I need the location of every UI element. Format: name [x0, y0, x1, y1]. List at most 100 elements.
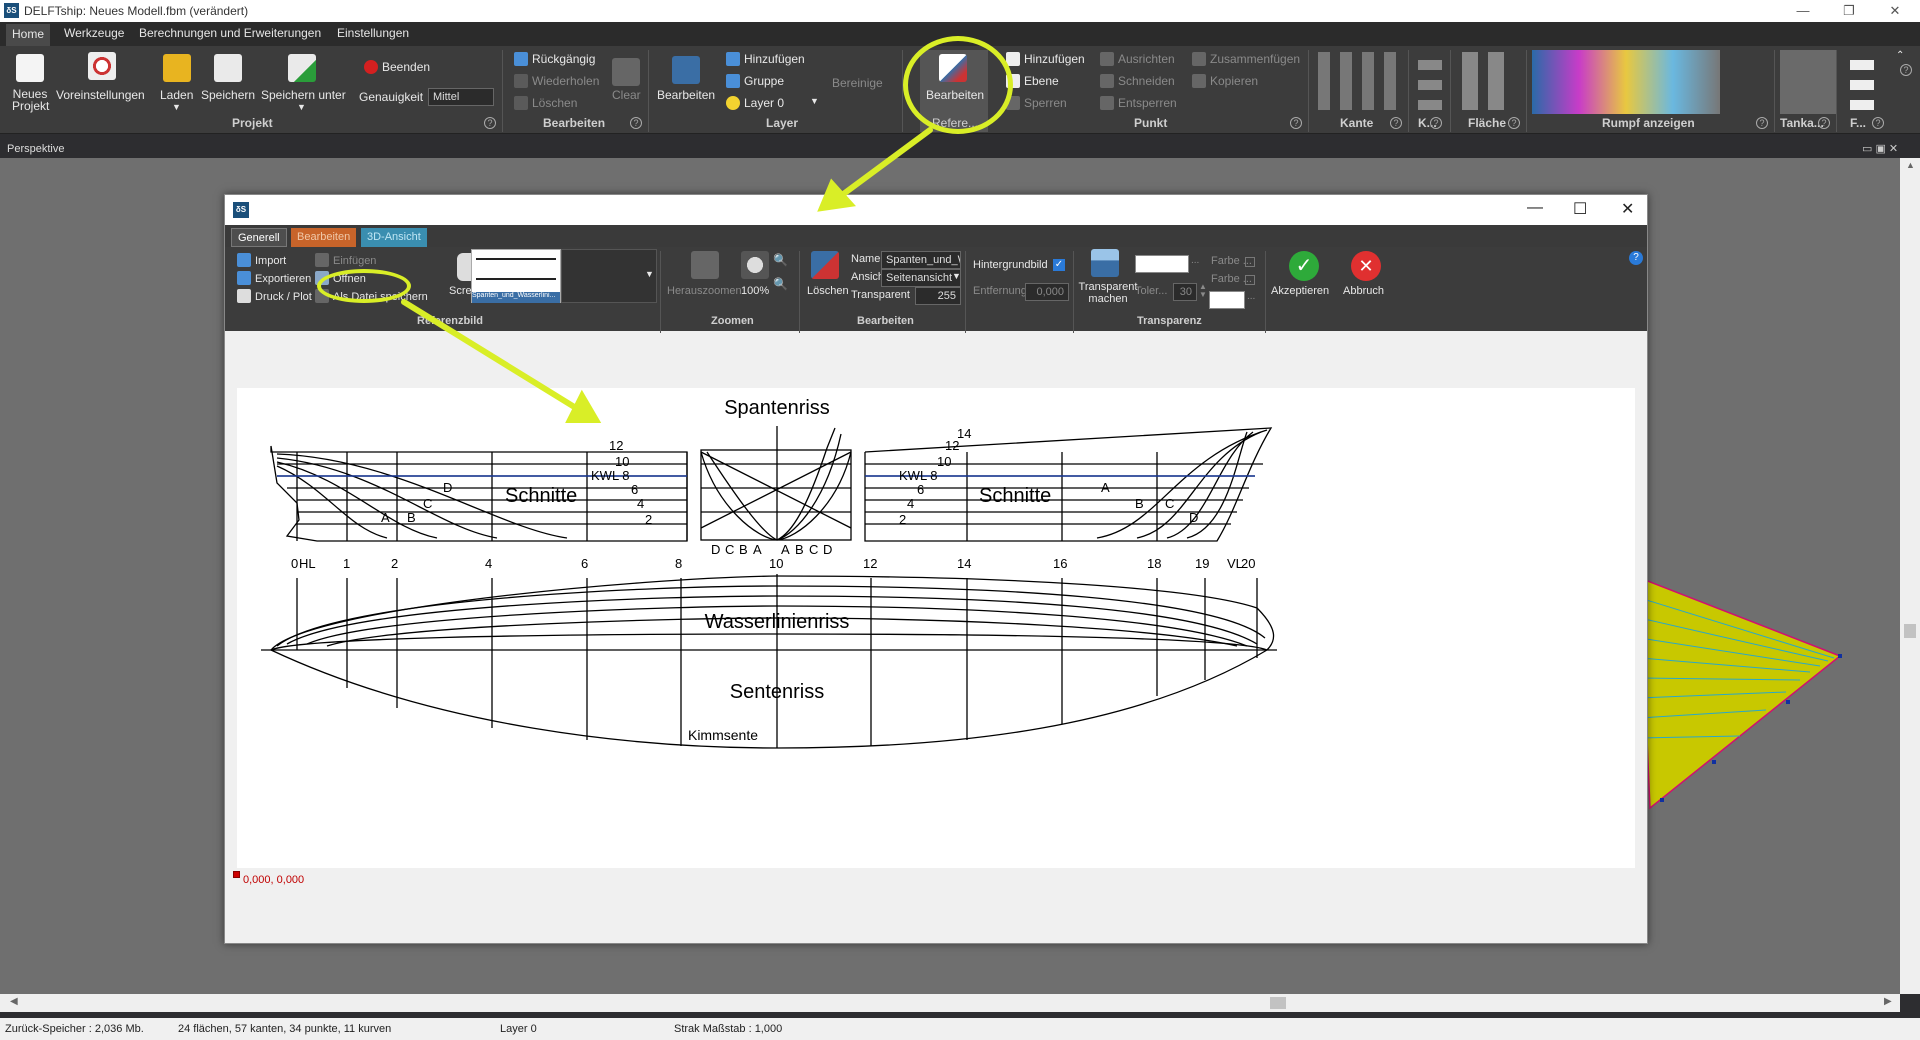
dialog-maximize-button[interactable]: ☐	[1573, 199, 1587, 219]
rueckgaengig-button[interactable]: Rückgängig	[514, 52, 595, 66]
abbruch-button[interactable]: Abbruch	[1343, 285, 1384, 297]
maximize-button[interactable]: ❐	[1826, 0, 1872, 22]
farbe-checkbox-2[interactable]	[1245, 275, 1255, 285]
loeschen-button[interactable]: Löschen	[514, 96, 577, 110]
viewport-window-buttons[interactable]: ▭ ▣ ✕	[1862, 140, 1898, 158]
voreinstellungen-button[interactable]: Voreinstellungen	[56, 88, 145, 102]
gruppe-button[interactable]: Gruppe	[726, 74, 784, 88]
layer-bearbeiten-button[interactable]: Bearbeiten	[657, 88, 715, 102]
help-icon[interactable]: ?	[1508, 117, 1520, 129]
help-icon[interactable]: ?	[1872, 117, 1884, 129]
bild-loeschen-button[interactable]: Löschen	[807, 285, 849, 297]
waterline-plan	[261, 574, 1277, 749]
sperren-button[interactable]: Sperren	[1006, 96, 1067, 110]
transparent-machen-button[interactable]: Transparent machen	[1077, 281, 1139, 305]
surface-tools-icon[interactable]	[1462, 52, 1508, 110]
zoom-out-icon[interactable]: 🔍	[773, 277, 788, 291]
ausrichten-button[interactable]: Ausrichten	[1100, 52, 1175, 66]
section-letters-label: B	[407, 510, 416, 525]
tab-berechnungen[interactable]: Berechnungen und Erweiterungen	[139, 26, 321, 40]
vertical-scrollbar[interactable]: ▲	[1900, 158, 1920, 994]
color-swatch-1[interactable]	[1135, 255, 1189, 273]
speichern-unter-button[interactable]: Speichern unter	[261, 88, 346, 102]
ebene-button[interactable]: Ebene	[1006, 74, 1059, 88]
wiederholen-button[interactable]: Wiederholen	[514, 74, 599, 88]
clear-button[interactable]: Clear	[612, 88, 641, 102]
help-icon[interactable]: ?	[484, 117, 496, 129]
close-button[interactable]: ✕	[1872, 0, 1918, 22]
tab-einstellungen[interactable]: Einstellungen	[337, 26, 409, 40]
entfernung-input[interactable]: 0,000	[1025, 283, 1069, 301]
speichern-unter-dropdown-icon[interactable]: ▼	[297, 102, 306, 112]
transparent-input[interactable]: 255	[915, 287, 961, 305]
layer-dropdown-icon[interactable]: ▼	[810, 96, 819, 106]
station-labels-label: 6	[581, 556, 588, 571]
ribbon-separator	[660, 251, 661, 333]
entsperren-button[interactable]: Entsperren	[1100, 96, 1177, 110]
ribbon-separator	[1526, 50, 1527, 132]
color-picker-1-icon[interactable]: ...	[1191, 255, 1199, 266]
beenden-button[interactable]: Beenden	[364, 60, 430, 74]
file-tools-icon[interactable]	[1850, 52, 1874, 110]
minimize-button[interactable]: —	[1780, 0, 1826, 22]
hull-display-icons[interactable]	[1532, 50, 1720, 114]
farbe-checkbox-1[interactable]	[1245, 257, 1255, 267]
druck-plot-button[interactable]: Druck / Plot	[237, 289, 312, 303]
layer-hinzufuegen-button[interactable]: Hinzufügen	[726, 52, 805, 66]
tab-home[interactable]: Home	[6, 24, 51, 46]
dialog-tab-bearbeiten[interactable]: Bearbeiten	[291, 228, 357, 247]
horizontal-scroll-thumb[interactable]	[1270, 997, 1286, 1009]
import-button[interactable]: Import	[237, 253, 286, 267]
zoom-in-icon[interactable]: 🔍	[773, 253, 788, 267]
ansicht-select[interactable]: Seitenansicht	[881, 269, 961, 287]
ansicht-dropdown-icon[interactable]: ▼	[952, 271, 961, 281]
help-icon[interactable]: ?	[630, 117, 642, 129]
dialog-tab-3d-ansicht[interactable]: 3D-Ansicht	[361, 228, 427, 247]
edge-tools-icon[interactable]	[1318, 52, 1402, 110]
reference-image-canvas[interactable]: Spantenriss Schnitte Schnitte Wasserlini…	[227, 340, 1645, 940]
help-icon[interactable]: ?	[1430, 117, 1442, 129]
layer-select[interactable]: Layer 0	[726, 96, 784, 110]
schneiden-button[interactable]: Schneiden	[1100, 74, 1175, 88]
exportieren-button[interactable]: Exportieren	[237, 271, 311, 285]
zusammenfuegen-button[interactable]: Zusammenfügen	[1192, 52, 1300, 66]
color-picker-2-icon[interactable]: ...	[1247, 291, 1255, 302]
toleranz-spinner-icon[interactable]: ▲ ▼	[1199, 283, 1207, 299]
color-swatch-2[interactable]	[1209, 291, 1245, 309]
help-icon[interactable]: ?	[1756, 117, 1768, 129]
gallery-dropdown-icon[interactable]: ▼	[645, 269, 654, 279]
dialog-minimize-button[interactable]: —	[1527, 199, 1543, 217]
help-icon[interactable]: ?	[1629, 251, 1643, 265]
speichern-button[interactable]: Speichern	[201, 88, 255, 102]
curve-tools-icon[interactable]	[1418, 52, 1442, 110]
help-icon[interactable]: ?	[1818, 117, 1830, 129]
laden-button[interactable]: Laden	[160, 88, 193, 102]
dialog-tab-generell[interactable]: Generell	[231, 228, 287, 247]
thumbnail-gallery[interactable]	[561, 249, 657, 303]
kopieren-button[interactable]: Kopieren	[1192, 74, 1258, 88]
folder-open-icon	[163, 54, 191, 82]
help-icon[interactable]: ?	[1900, 64, 1912, 76]
new-project-button[interactable]: Neues Projekt	[12, 88, 49, 112]
tab-werkzeuge[interactable]: Werkzeuge	[64, 26, 124, 40]
reference-thumbnail[interactable]: Spanten_und_Wasserlini...	[471, 249, 561, 303]
bereinigen-button[interactable]: Bereinige	[832, 76, 883, 90]
name-input[interactable]: Spanten_und_Wa	[881, 251, 961, 269]
akzeptieren-button[interactable]: Akzeptieren	[1271, 285, 1329, 297]
toleranz-input[interactable]: 30	[1173, 283, 1197, 301]
einfuegen-button[interactable]: Einfügen	[315, 253, 376, 267]
horizontal-scrollbar[interactable]: ◀ ▶	[0, 994, 1900, 1012]
hintergrundbild-checkbox[interactable]: ✓	[1053, 259, 1065, 271]
vertical-scroll-thumb[interactable]	[1904, 624, 1916, 638]
herauszoomen-button[interactable]: Herauszoomen	[667, 285, 742, 297]
help-icon[interactable]: ?	[1290, 117, 1302, 129]
help-icon[interactable]: ?	[1390, 117, 1402, 129]
tank-tools-icon[interactable]	[1780, 50, 1836, 114]
dialog-close-button[interactable]: ✕	[1621, 199, 1634, 219]
save-as-icon	[288, 54, 316, 82]
ebene-hinzufuegen-button[interactable]: Hinzufügen	[1006, 52, 1085, 66]
zoom-100-button[interactable]: 100%	[741, 285, 769, 297]
ribbon-collapse-icon[interactable]: ⌃	[1896, 50, 1904, 61]
laden-dropdown-icon[interactable]: ▼	[172, 102, 181, 112]
genauigkeit-select[interactable]: Mittel	[428, 88, 494, 106]
